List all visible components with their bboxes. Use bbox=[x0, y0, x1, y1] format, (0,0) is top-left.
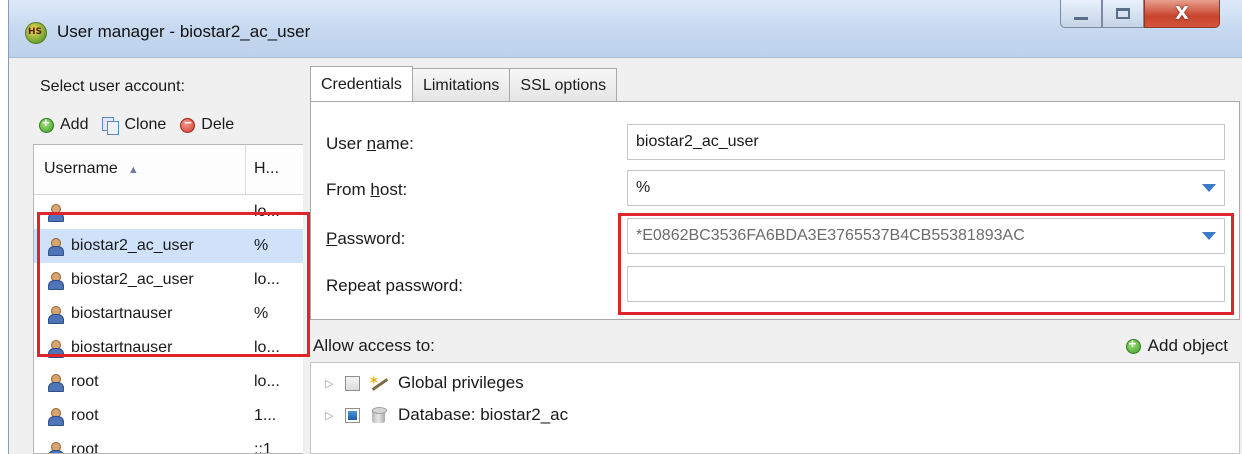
clone-icon bbox=[102, 117, 120, 135]
user-row-host: ::1 bbox=[254, 441, 272, 454]
delete-user-label: Dele bbox=[201, 116, 235, 133]
title-bar[interactable]: User manager - biostar2_ac_user X bbox=[9, 0, 1242, 58]
add-icon bbox=[39, 115, 54, 133]
database-icon bbox=[372, 406, 387, 424]
sort-ascending-icon: ▲ bbox=[127, 164, 139, 176]
database-checkbox[interactable] bbox=[345, 407, 360, 423]
select-user-account-label: Select user account: bbox=[40, 78, 185, 95]
tree-item-label: Database: biostar2_ac bbox=[398, 405, 569, 424]
user-row[interactable]: root lo... bbox=[34, 365, 303, 399]
add-icon bbox=[1125, 336, 1141, 354]
minimize-button[interactable] bbox=[1060, 0, 1102, 28]
clone-user-label: Clone bbox=[124, 116, 167, 133]
user-toolbar: Add Clone Dele bbox=[39, 115, 235, 135]
user-list-header: Username ▲ H... bbox=[34, 145, 303, 195]
magic-wand-icon bbox=[368, 372, 390, 392]
tree-item-database[interactable]: ▷ Database: biostar2_ac bbox=[325, 405, 568, 425]
from-host-dropdown[interactable]: % bbox=[627, 170, 1225, 206]
tab-limitations[interactable]: Limitations bbox=[411, 68, 511, 102]
user-icon bbox=[47, 373, 64, 392]
expand-arrow-icon[interactable]: ▷ bbox=[325, 409, 337, 422]
delete-user-button[interactable]: Dele bbox=[180, 115, 235, 134]
password-highlight-annotation bbox=[618, 213, 1234, 315]
delete-icon bbox=[180, 115, 196, 133]
tab-credentials[interactable]: Credentials bbox=[310, 66, 413, 102]
maximize-button[interactable] bbox=[1102, 0, 1144, 28]
add-user-label: Add bbox=[60, 116, 89, 133]
user-row-name: root bbox=[71, 407, 99, 424]
add-user-button[interactable]: Add bbox=[39, 115, 89, 134]
minimize-icon bbox=[1074, 17, 1088, 20]
tab-ssl-options[interactable]: SSL options bbox=[509, 68, 618, 102]
username-label: User name: bbox=[326, 134, 414, 153]
tree-item-label: Global privileges bbox=[398, 373, 524, 392]
user-manager-window: User manager - biostar2_ac_user X Select… bbox=[8, 0, 1242, 454]
username-field[interactable]: biostar2_ac_user bbox=[627, 124, 1225, 160]
add-object-label: Add object bbox=[1147, 336, 1228, 355]
maximize-icon bbox=[1116, 8, 1130, 19]
user-rows-highlight-annotation bbox=[37, 212, 310, 357]
user-row-host: 1... bbox=[254, 407, 277, 424]
close-icon: X bbox=[1175, 3, 1189, 24]
allow-access-label: Allow access to: bbox=[313, 336, 435, 355]
global-privileges-checkbox[interactable] bbox=[345, 375, 360, 391]
password-label: Password: bbox=[326, 229, 406, 248]
user-row-host: lo... bbox=[254, 373, 280, 390]
repeat-password-label: Repeat password: bbox=[326, 276, 464, 295]
privileges-tree: ▷ Global privileges ▷ Database: biostar2… bbox=[310, 362, 1240, 454]
close-button[interactable]: X bbox=[1144, 0, 1220, 28]
heidisql-app-icon bbox=[25, 22, 47, 44]
user-icon bbox=[47, 407, 64, 426]
settings-tabs: Credentials Limitations SSL options bbox=[310, 66, 618, 102]
window-title: User manager - biostar2_ac_user bbox=[57, 22, 311, 41]
host-column-header[interactable]: H... bbox=[246, 145, 279, 194]
username-value: biostar2_ac_user bbox=[636, 133, 759, 150]
user-icon bbox=[47, 441, 64, 453]
username-column-header[interactable]: Username ▲ bbox=[34, 145, 246, 194]
from-host-value: % bbox=[636, 179, 651, 196]
user-row[interactable]: root 1... bbox=[34, 399, 303, 433]
dropdown-arrow-icon[interactable] bbox=[1202, 184, 1216, 192]
clone-user-button[interactable]: Clone bbox=[102, 116, 167, 135]
tree-item-global-privileges[interactable]: ▷ Global privileges bbox=[325, 372, 524, 393]
expand-arrow-icon[interactable]: ▷ bbox=[325, 377, 337, 390]
from-host-label: From host: bbox=[326, 180, 408, 199]
username-column-label: Username bbox=[44, 160, 118, 177]
user-row-name: root bbox=[71, 441, 99, 454]
user-row-name: root bbox=[71, 373, 99, 390]
add-object-button[interactable]: Add object bbox=[1125, 336, 1228, 356]
window-controls: X bbox=[1060, 0, 1220, 32]
user-row[interactable]: root ::1 bbox=[34, 433, 303, 454]
